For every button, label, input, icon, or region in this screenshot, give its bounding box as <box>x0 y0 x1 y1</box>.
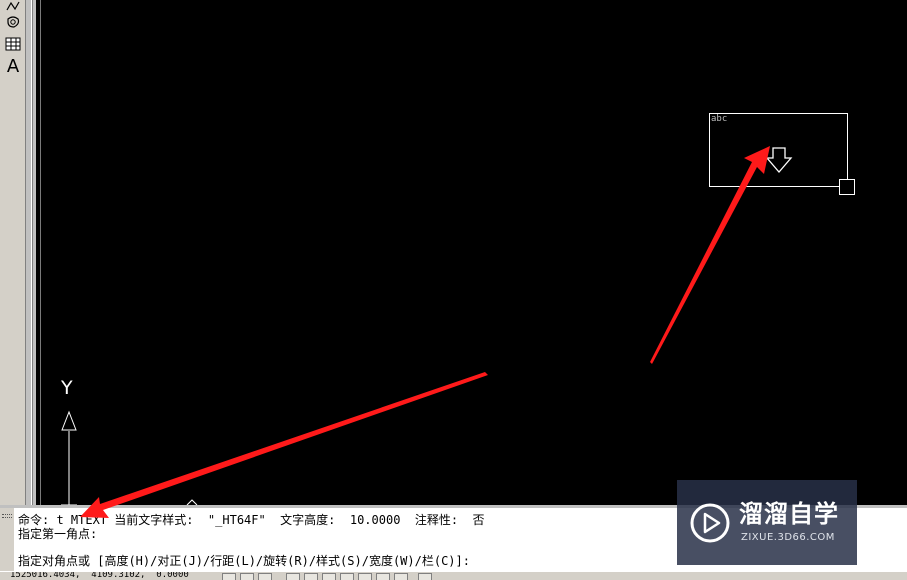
snap-toggle[interactable] <box>222 573 236 580</box>
viewport-splitter[interactable] <box>26 0 36 505</box>
dyn-toggle[interactable] <box>358 573 372 580</box>
tpy-toggle[interactable] <box>394 573 408 580</box>
multiline-text-icon[interactable]: A <box>2 57 24 77</box>
region-icon[interactable] <box>2 12 24 32</box>
polar-toggle[interactable] <box>286 573 300 580</box>
canvas-border <box>40 0 41 505</box>
otrack-toggle[interactable] <box>322 573 336 580</box>
command-history-line: 指定第一角点: <box>18 527 98 541</box>
lineweight-toggle[interactable] <box>376 573 390 580</box>
watermark: 溜溜自学 ZIXUE.3D66.COM <box>677 480 857 565</box>
coordinate-readout: 1525016.4034, 4109.3102, 0.0000 <box>10 571 189 580</box>
watermark-url: ZIXUE.3D66.COM <box>741 532 835 543</box>
mtext-sample-text: abc <box>711 114 728 124</box>
down-arrow-icon <box>765 147 793 173</box>
command-prompt[interactable]: 指定对角点或 [高度(H)/对正(J)/行距(L)/旋转(R)/样式(S)/宽度… <box>18 554 470 568</box>
drawing-canvas[interactable] <box>36 0 907 505</box>
table-icon[interactable] <box>2 34 24 54</box>
draw-toolbar: A <box>0 0 26 505</box>
command-history-line: 命令: t MTEXT 当前文字样式: "_HT64F" 文字高度: 10.00… <box>18 513 485 527</box>
play-logo-icon <box>690 503 730 543</box>
mtext-corner-grip[interactable] <box>839 179 855 195</box>
command-window-grip[interactable] <box>0 508 14 571</box>
mtext-preview-box: abc <box>709 113 848 187</box>
qp-toggle[interactable] <box>418 573 432 580</box>
watermark-title: 溜溜自学 <box>739 500 839 528</box>
grid-toggle[interactable] <box>240 573 254 580</box>
text-tool-label: A <box>6 56 20 77</box>
osnap-toggle[interactable] <box>304 573 318 580</box>
status-bar: 1525016.4034, 4109.3102, 0.0000 <box>0 571 907 580</box>
ducs-toggle[interactable] <box>340 573 354 580</box>
ortho-toggle[interactable] <box>258 573 272 580</box>
